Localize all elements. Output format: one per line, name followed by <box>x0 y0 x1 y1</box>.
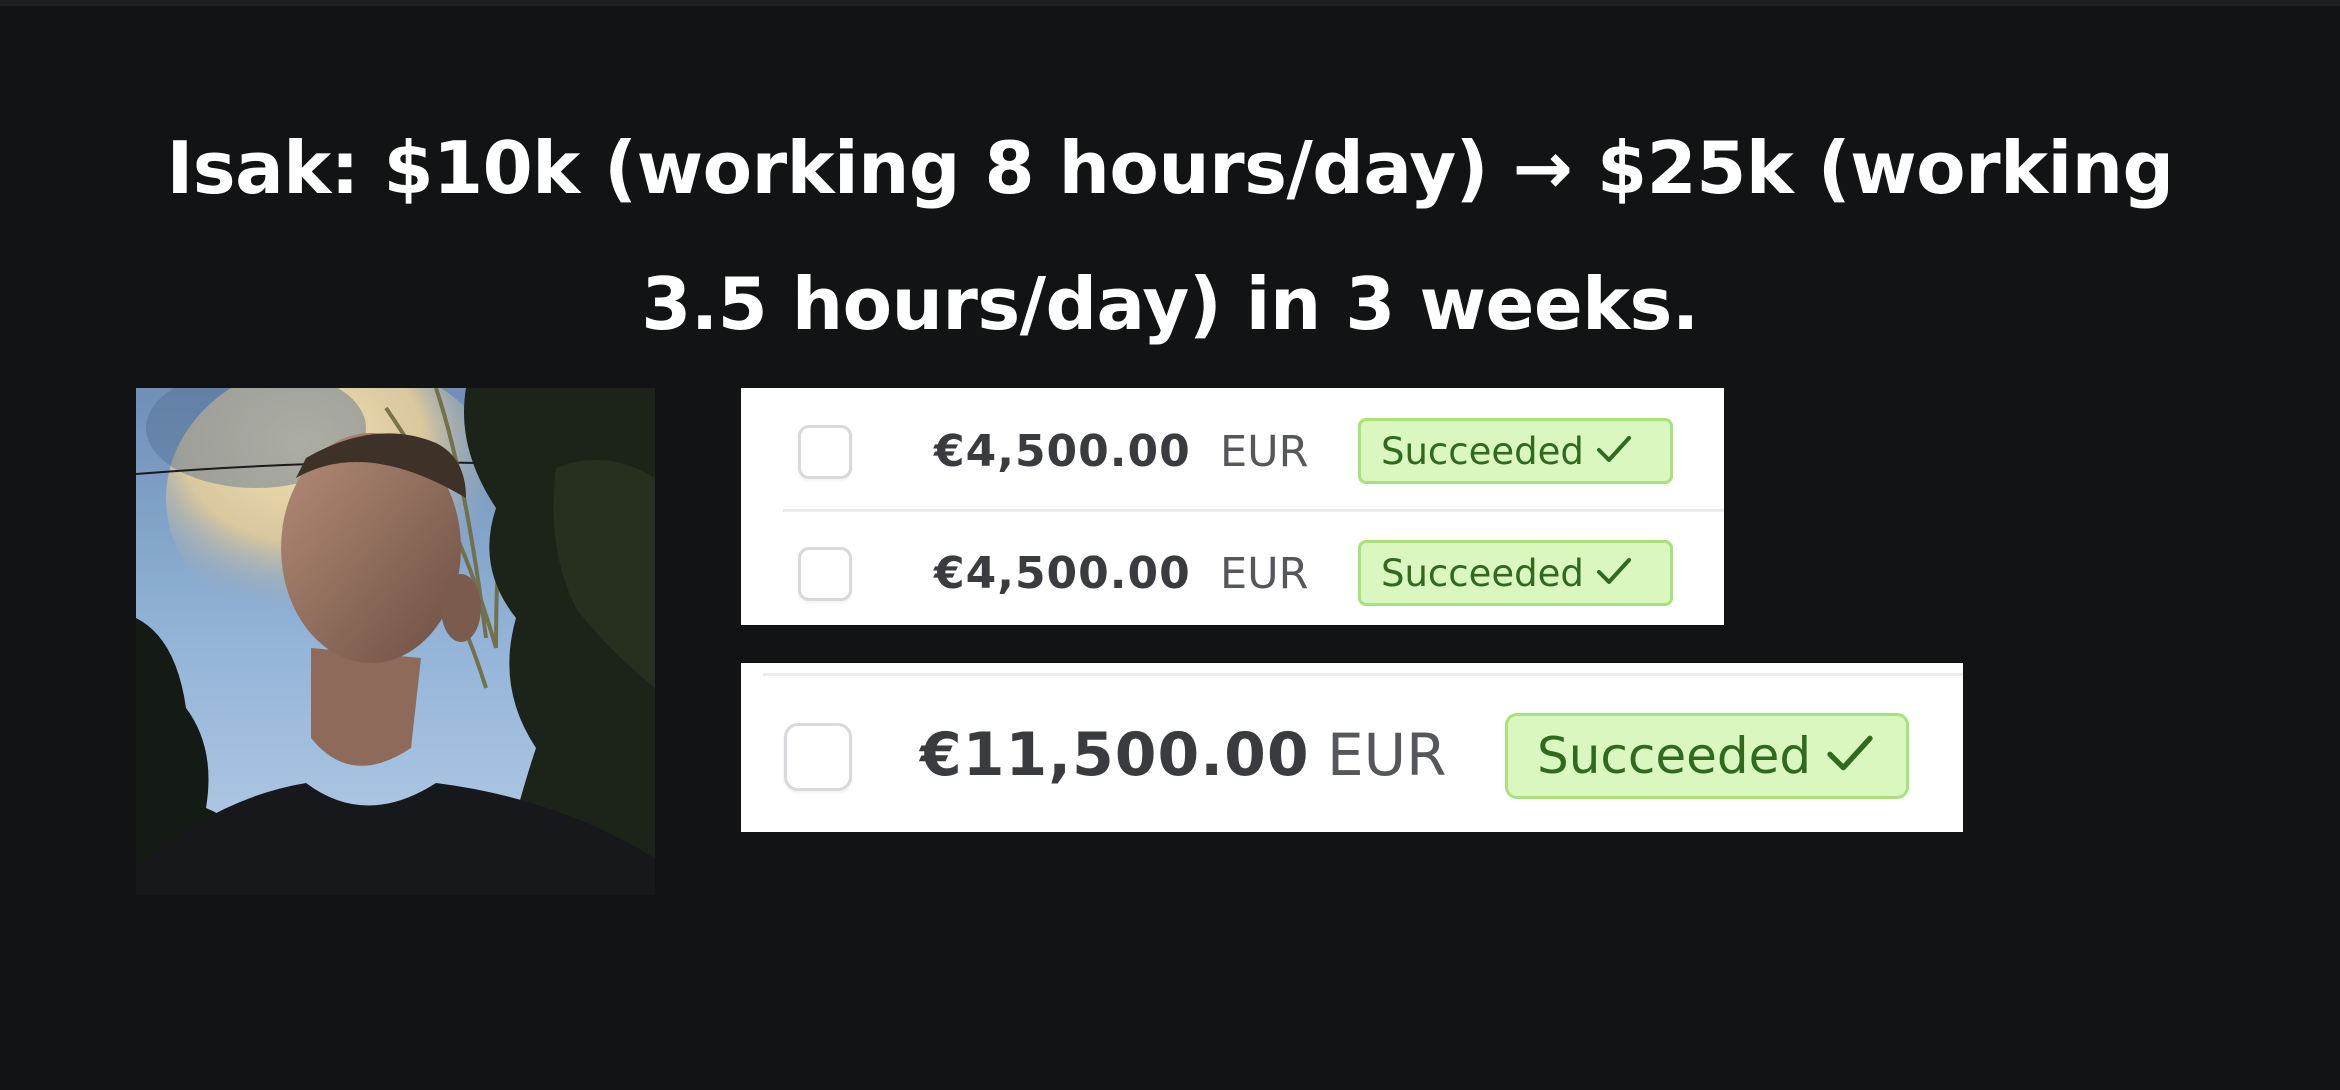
payment-currency: EUR <box>1220 549 1309 599</box>
status-label: Succeeded <box>1537 727 1812 785</box>
payment-row[interactable]: €4,500.00 EUR Succeeded <box>741 510 1724 625</box>
headline-line-1: Isak: $10k (working 8 hours/day) → $25k … <box>166 126 2174 210</box>
status-label: Succeeded <box>1381 429 1584 473</box>
portrait-photo <box>136 388 655 895</box>
payment-amount: €11,500.00 <box>920 720 1310 790</box>
status-badge: Succeeded <box>1358 540 1673 606</box>
payment-currency: EUR <box>1220 427 1309 477</box>
headline-line-2: 3.5 hours/day) in 3 weeks. <box>641 262 1699 346</box>
row-checkbox[interactable] <box>784 723 852 791</box>
payment-amount: €4,500.00 <box>934 548 1191 599</box>
portrait-illustration <box>136 388 655 895</box>
checkmark-icon <box>1596 430 1632 473</box>
payment-currency: EUR <box>1327 721 1447 789</box>
payment-amount: €4,500.00 <box>934 426 1191 477</box>
headline: Isak: $10k (working 8 hours/day) → $25k … <box>120 100 2220 372</box>
status-badge: Succeeded <box>1358 418 1673 484</box>
checkmark-icon <box>1596 552 1632 595</box>
payments-card: €4,500.00 EUR Succeeded €4,500.00 EUR Su… <box>741 388 1724 625</box>
payment-total-card: €11,500.00 EUR Succeeded <box>741 663 1963 832</box>
row-checkbox[interactable] <box>798 425 852 479</box>
status-badge: Succeeded <box>1505 713 1909 799</box>
checkmark-icon <box>1825 727 1875 785</box>
top-strip <box>0 0 2340 6</box>
payment-row[interactable]: €11,500.00 EUR Succeeded <box>741 663 1963 832</box>
payment-row[interactable]: €4,500.00 EUR Succeeded <box>741 388 1724 510</box>
row-checkbox[interactable] <box>798 547 852 601</box>
status-label: Succeeded <box>1381 551 1584 595</box>
